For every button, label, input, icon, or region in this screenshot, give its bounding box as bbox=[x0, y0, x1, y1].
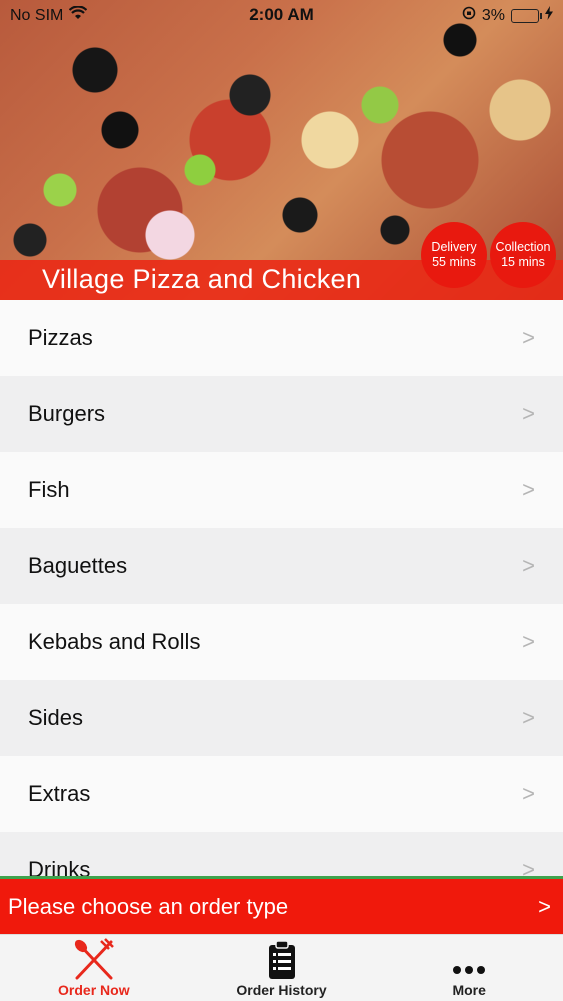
chevron-right-icon: > bbox=[522, 857, 535, 876]
menu-item-label: Fish bbox=[28, 477, 70, 502]
delivery-badge[interactable]: Delivery 55 mins bbox=[421, 222, 487, 288]
chevron-right-icon: > bbox=[522, 781, 535, 806]
menu-item-label: Pizzas bbox=[28, 325, 93, 350]
chevron-right-icon: > bbox=[522, 477, 535, 502]
menu-item-kebabs-and-rolls[interactable]: Kebabs and Rolls > bbox=[0, 604, 563, 680]
chevron-right-icon: > bbox=[522, 325, 535, 350]
tab-more[interactable]: More bbox=[375, 935, 563, 1001]
menu-item-label: Drinks bbox=[28, 857, 91, 876]
chevron-right-icon: > bbox=[522, 629, 535, 654]
menu-item-pizzas[interactable]: Pizzas > bbox=[0, 300, 563, 376]
tab-label: More bbox=[452, 982, 486, 998]
chevron-right-icon: > bbox=[522, 401, 535, 426]
order-type-bar[interactable]: Please choose an order type > bbox=[0, 876, 563, 934]
collection-time: 15 mins bbox=[501, 255, 545, 269]
menu-item-fish[interactable]: Fish > bbox=[0, 452, 563, 528]
collection-badge[interactable]: Collection 15 mins bbox=[490, 222, 556, 288]
menu-item-sides[interactable]: Sides > bbox=[0, 680, 563, 756]
menu-item-baguettes[interactable]: Baguettes > bbox=[0, 528, 563, 604]
delivery-label: Delivery bbox=[431, 240, 477, 254]
clipboard-icon bbox=[268, 940, 295, 979]
tab-bar: Order Now Order History More bbox=[0, 934, 563, 1001]
rotation-lock-icon bbox=[462, 6, 476, 25]
order-type-label: Please choose an order type bbox=[8, 893, 289, 919]
menu-item-extras[interactable]: Extras > bbox=[0, 756, 563, 832]
battery-percent: 3% bbox=[481, 6, 505, 24]
delivery-time: 55 mins bbox=[432, 255, 476, 269]
tab-label: Order History bbox=[236, 982, 327, 998]
chevron-right-icon: > bbox=[522, 553, 535, 578]
tab-label: Order Now bbox=[58, 982, 130, 998]
restaurant-name: Village Pizza and Chicken bbox=[42, 264, 362, 294]
tab-order-history[interactable]: Order History bbox=[188, 935, 376, 1001]
status-bar: No SIM 2:00 AM 3% bbox=[0, 0, 563, 30]
menu-item-label: Baguettes bbox=[28, 553, 128, 578]
menu-item-burgers[interactable]: Burgers > bbox=[0, 376, 563, 452]
menu-item-label: Sides bbox=[28, 705, 84, 730]
chevron-right-icon: > bbox=[538, 893, 551, 919]
ellipsis-icon bbox=[453, 966, 486, 974]
chevron-right-icon: > bbox=[522, 705, 535, 730]
menu-item-label: Burgers bbox=[28, 401, 106, 426]
collection-label: Collection bbox=[495, 240, 551, 254]
menu-list: Pizzas > Burgers > Fish > Baguettes > Kebabs… bbox=[0, 300, 563, 876]
fork-knife-icon bbox=[74, 938, 114, 980]
menu-item-drinks[interactable]: Drinks > bbox=[0, 832, 563, 876]
menu-item-label: Extras bbox=[28, 781, 91, 806]
battery-icon bbox=[511, 8, 542, 23]
tab-order-now[interactable]: Order Now bbox=[0, 935, 188, 1001]
menu-item-label: Kebabs and Rolls bbox=[28, 629, 201, 654]
charging-icon bbox=[545, 6, 553, 25]
